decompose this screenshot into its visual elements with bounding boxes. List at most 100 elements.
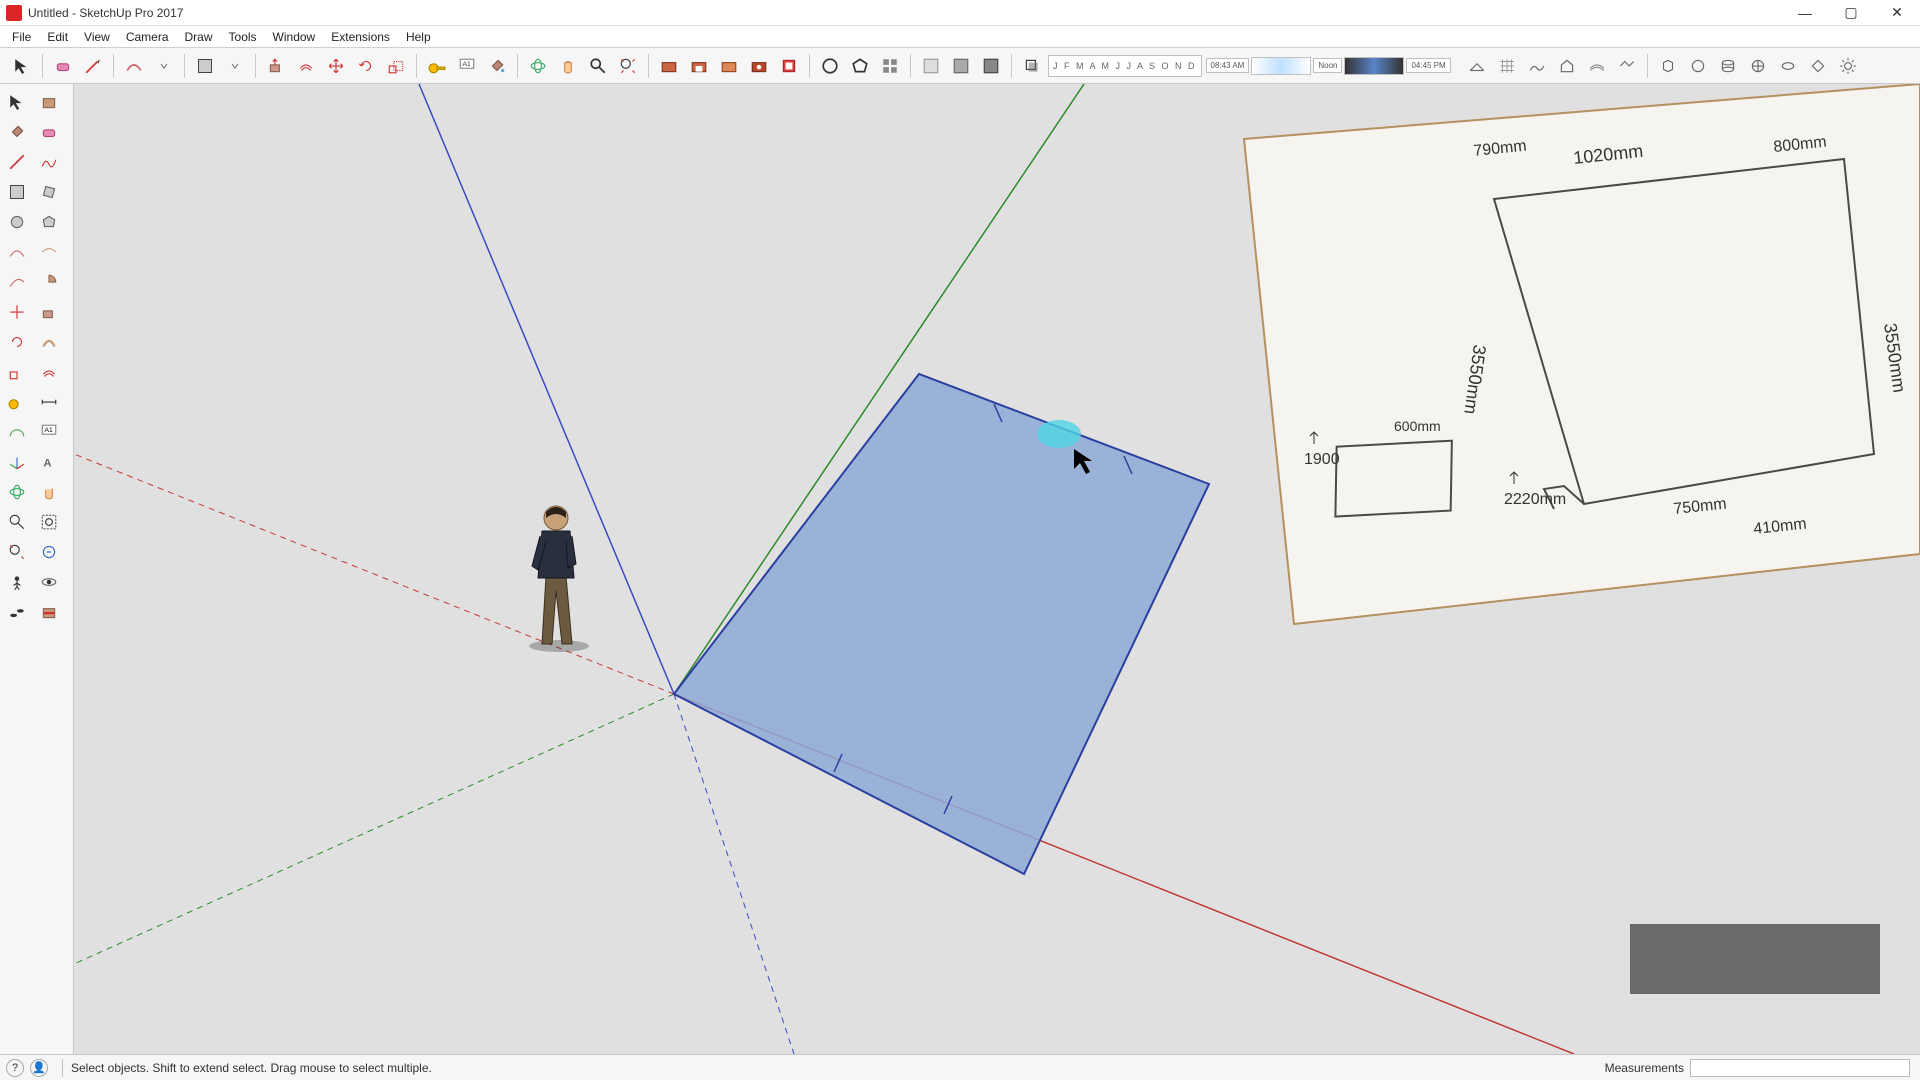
pan-icon[interactable] (34, 478, 64, 506)
sandbox-6-icon[interactable] (1613, 52, 1641, 80)
rotate-icon[interactable] (2, 328, 32, 356)
shadow-toggle-icon[interactable] (1018, 52, 1046, 80)
warehouse-1-icon[interactable] (655, 52, 683, 80)
tape-icon[interactable] (2, 388, 32, 416)
viewport-canvas[interactable]: 1020mm 790mm 800mm 3550mm 3550mm 750mm 4… (74, 84, 1920, 1054)
line-icon[interactable] (79, 52, 107, 80)
sandbox-4-icon[interactable] (1553, 52, 1581, 80)
minimize-button[interactable]: — (1782, 0, 1828, 26)
3pt-arc-icon[interactable] (2, 268, 32, 296)
pushpull-icon[interactable] (262, 52, 290, 80)
polygon-icon[interactable] (34, 208, 64, 236)
menu-view[interactable]: View (76, 28, 118, 46)
grid-1-icon[interactable] (876, 52, 904, 80)
sandbox-3-icon[interactable] (1523, 52, 1551, 80)
tape-measure-icon[interactable] (423, 52, 451, 80)
close-button[interactable]: ✕ (1874, 0, 1920, 26)
solid-4-icon[interactable] (1744, 52, 1772, 80)
viewport[interactable]: 1020mm 790mm 800mm 3550mm 3550mm 750mm 4… (74, 84, 1920, 1054)
zoom-icon[interactable] (584, 52, 612, 80)
solid-6-icon[interactable] (1804, 52, 1832, 80)
select-arrow-icon[interactable] (8, 52, 36, 80)
polygon-tool-icon[interactable] (846, 52, 874, 80)
menu-tools[interactable]: Tools (221, 28, 265, 46)
make-component-icon[interactable] (34, 88, 64, 116)
menu-draw[interactable]: Draw (177, 28, 221, 46)
shape-dropdown-icon[interactable] (221, 52, 249, 80)
month-strip[interactable]: J F M A M J J A S O N D (1048, 55, 1202, 77)
circle-icon[interactable] (2, 208, 32, 236)
time-gradient-day[interactable] (1251, 57, 1311, 75)
dimension-icon[interactable] (34, 388, 64, 416)
sandbox-1-icon[interactable] (1463, 52, 1491, 80)
menu-file[interactable]: File (4, 28, 39, 46)
help-icon[interactable]: ? (6, 1059, 24, 1077)
extension-warehouse-icon[interactable] (745, 52, 773, 80)
offset-icon[interactable] (292, 52, 320, 80)
position-camera-icon[interactable] (2, 568, 32, 596)
pie-icon[interactable] (34, 268, 64, 296)
menu-extensions[interactable]: Extensions (323, 28, 398, 46)
orbit-icon[interactable] (524, 52, 552, 80)
scale-icon[interactable] (382, 52, 410, 80)
zoom-icon[interactable] (2, 508, 32, 536)
paint-bucket-icon[interactable] (483, 52, 511, 80)
paint-bucket-icon[interactable] (2, 118, 32, 146)
select-icon[interactable] (2, 88, 32, 116)
walk-icon[interactable] (2, 598, 32, 626)
text-icon[interactable]: A1 (453, 52, 481, 80)
pushpull-icon[interactable] (34, 298, 64, 326)
sun-icon[interactable] (1834, 52, 1862, 80)
offset-icon[interactable] (34, 358, 64, 386)
arc-icon[interactable] (2, 238, 32, 266)
menu-edit[interactable]: Edit (39, 28, 76, 46)
solid-3-icon[interactable] (1714, 52, 1742, 80)
style-mono-icon[interactable] (977, 52, 1005, 80)
zoom-extents-icon[interactable] (614, 52, 642, 80)
maximize-button[interactable]: ▢ (1828, 0, 1874, 26)
rotate-icon[interactable] (352, 52, 380, 80)
scale-icon[interactable] (2, 358, 32, 386)
arc-icon[interactable] (120, 52, 148, 80)
move-icon[interactable] (2, 298, 32, 326)
text-icon[interactable]: A1 (34, 418, 64, 446)
orbit-icon[interactable] (2, 478, 32, 506)
style-wire-icon[interactable] (947, 52, 975, 80)
rectangle-icon[interactable] (2, 178, 32, 206)
previous-icon[interactable] (34, 538, 64, 566)
sandbox-5-icon[interactable] (1583, 52, 1611, 80)
warehouse-2-icon[interactable] (685, 52, 713, 80)
protractor-icon[interactable] (2, 418, 32, 446)
reference-sketch-sheet[interactable]: 1020mm 790mm 800mm 3550mm 3550mm 750mm 4… (1244, 84, 1920, 624)
style-hidden-icon[interactable] (917, 52, 945, 80)
follow-me-icon[interactable] (34, 328, 64, 356)
eraser-icon[interactable] (34, 118, 64, 146)
arc-dropdown-icon[interactable] (150, 52, 178, 80)
freehand-icon[interactable] (34, 148, 64, 176)
solid-5-icon[interactable] (1774, 52, 1802, 80)
rectangle-icon[interactable] (191, 52, 219, 80)
user-icon[interactable]: 👤 (30, 1059, 48, 1077)
look-around-icon[interactable] (34, 568, 64, 596)
move-icon[interactable] (322, 52, 350, 80)
3d-text-icon[interactable]: A (34, 448, 64, 476)
menu-camera[interactable]: Camera (118, 28, 177, 46)
sandbox-2-icon[interactable] (1493, 52, 1521, 80)
menu-window[interactable]: Window (265, 28, 324, 46)
layout-icon[interactable] (775, 52, 803, 80)
scale-figure[interactable] (529, 506, 589, 652)
measurements-input[interactable] (1690, 1059, 1910, 1077)
warehouse-3-icon[interactable] (715, 52, 743, 80)
line-icon[interactable] (2, 148, 32, 176)
section-plane-icon[interactable] (34, 598, 64, 626)
solid-2-icon[interactable] (1684, 52, 1712, 80)
menu-help[interactable]: Help (398, 28, 439, 46)
selected-face[interactable] (674, 374, 1209, 874)
pan-icon[interactable] (554, 52, 582, 80)
eraser-icon[interactable] (49, 52, 77, 80)
time-gradient-dark[interactable] (1344, 57, 1404, 75)
axes-icon[interactable] (2, 448, 32, 476)
2pt-arc-icon[interactable] (34, 238, 64, 266)
zoom-window-icon[interactable] (34, 508, 64, 536)
zoom-extents-icon[interactable] (2, 538, 32, 566)
